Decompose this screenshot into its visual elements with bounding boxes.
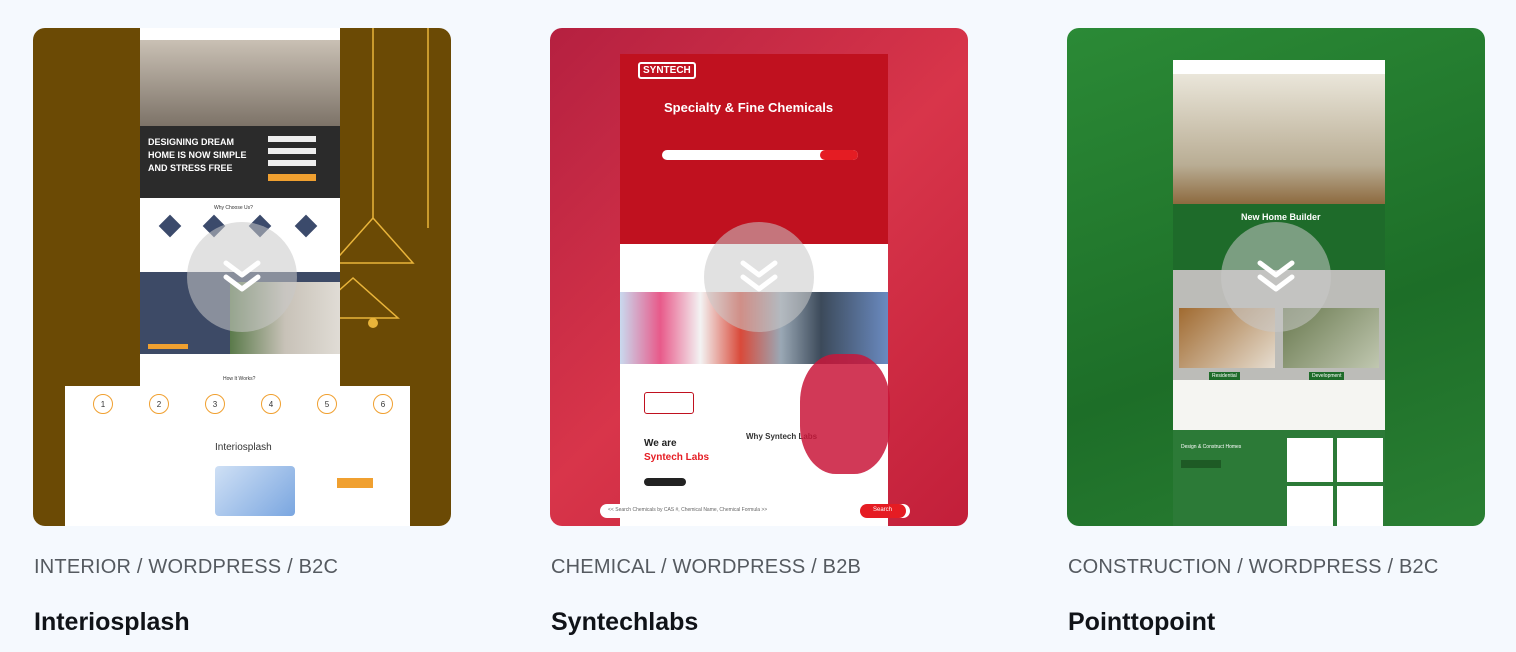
card-title[interactable]: Interiosplash bbox=[34, 608, 190, 637]
step-circle: 1 bbox=[93, 394, 113, 414]
chevron-double-down-icon bbox=[223, 260, 261, 292]
card-title[interactable]: Pointtopoint bbox=[1068, 608, 1215, 637]
brand-text: Syntech Labs bbox=[644, 452, 710, 463]
scroll-preview-button[interactable] bbox=[187, 222, 297, 332]
chevron-double-down-icon bbox=[1257, 260, 1295, 292]
lamp-decoration-icon bbox=[333, 28, 429, 328]
logo-text: Interiosplash bbox=[215, 442, 272, 453]
scroll-preview-button[interactable] bbox=[1221, 222, 1331, 332]
hero-title: Specialty & Fine Chemicals bbox=[664, 100, 834, 115]
hero-title: New Home Builder bbox=[1241, 212, 1321, 222]
card-category: CONSTRUCTION / WORDPRESS / B2C bbox=[1068, 556, 1439, 578]
scroll-preview-button[interactable] bbox=[704, 222, 814, 332]
site-logo: SYNTECH bbox=[638, 62, 696, 79]
preview-thumbnail[interactable]: SYNTECH Specialty & Fine Chemicals We ar… bbox=[550, 28, 968, 526]
chevron-double-down-icon bbox=[740, 260, 778, 292]
section-heading: Design & Construct Homes bbox=[1181, 444, 1242, 450]
tag-development: Development bbox=[1309, 372, 1345, 380]
tag-residential: Residential bbox=[1209, 372, 1240, 380]
search-input[interactable]: << Search Chemicals by CAS #, Chemical N… bbox=[608, 507, 767, 513]
portfolio-card-interiosplash[interactable]: DESIGNING DREAM HOME IS NOW SIMPLE AND S… bbox=[33, 0, 453, 636]
step-circle: 3 bbox=[205, 394, 225, 414]
step-circle: 2 bbox=[149, 394, 169, 414]
we-are-text: We are bbox=[644, 438, 677, 449]
card-title[interactable]: Syntechlabs bbox=[551, 608, 698, 637]
card-category: CHEMICAL / WORDPRESS / B2B bbox=[551, 556, 862, 578]
search-button[interactable]: Search bbox=[873, 507, 892, 513]
portfolio-card-syntechlabs[interactable]: SYNTECH Specialty & Fine Chemicals We ar… bbox=[550, 0, 970, 636]
why-title: Why Choose Us? bbox=[214, 205, 253, 211]
step-circle: 5 bbox=[317, 394, 337, 414]
how-title: How It Works? bbox=[223, 376, 256, 382]
step-circle: 4 bbox=[261, 394, 281, 414]
how-it-works-section: How It Works? 1 2 3 4 5 6 Interiosplash bbox=[65, 376, 410, 526]
site-page-mock: DESIGNING DREAM HOME IS NOW SIMPLE AND S… bbox=[140, 28, 340, 386]
preview-thumbnail[interactable]: DESIGNING DREAM HOME IS NOW SIMPLE AND S… bbox=[33, 28, 451, 526]
hero-text: DESIGNING DREAM HOME IS NOW SIMPLE AND S… bbox=[148, 137, 247, 173]
card-category: INTERIOR / WORDPRESS / B2C bbox=[34, 556, 339, 578]
portfolio-card-pointtopoint[interactable]: New Home Builder Residential Development… bbox=[1067, 0, 1487, 636]
preview-thumbnail[interactable]: New Home Builder Residential Development… bbox=[1067, 28, 1485, 526]
step-circle: 6 bbox=[373, 394, 393, 414]
